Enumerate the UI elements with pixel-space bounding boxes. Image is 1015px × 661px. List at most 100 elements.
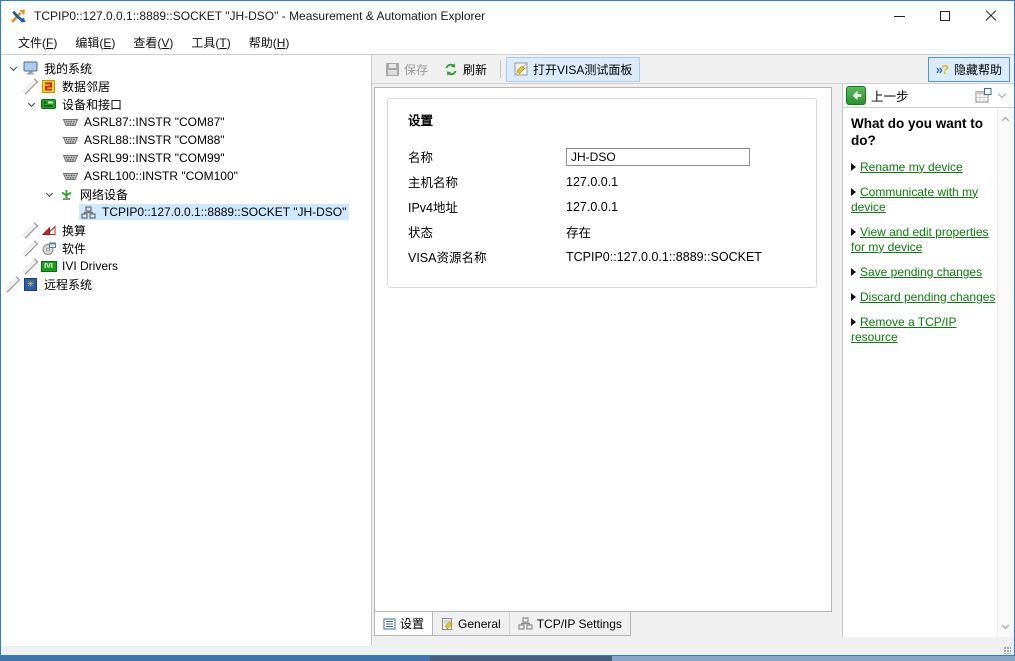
tree-item-devices-interfaces[interactable]: 设备和接口 xyxy=(1,95,371,113)
serial-port-icon xyxy=(62,118,79,127)
chevron-down-icon[interactable] xyxy=(23,96,39,112)
serial-port-icon xyxy=(62,172,79,181)
back-button[interactable] xyxy=(846,86,866,105)
tab-tcpip-settings[interactable]: TCP/IP Settings xyxy=(510,612,630,635)
menu-tools[interactable]: 工具(T) xyxy=(182,31,239,54)
chevron-down-icon[interactable] xyxy=(998,90,1006,98)
field-row-status: 状态 存在 xyxy=(408,219,796,244)
field-row-hostname: 主机名称 127.0.0.1 xyxy=(408,169,796,194)
max-window: TCPIP0::127.0.0.1::8889::SOCKET "JH-DSO"… xyxy=(0,0,1015,656)
tree-item-asrl100[interactable]: ASRL100::INSTR "COM100" xyxy=(1,167,371,185)
tree-item-asrl88[interactable]: ASRL88::INSTR "COM88" xyxy=(1,131,371,149)
menu-view[interactable]: 查看(V) xyxy=(124,31,182,54)
help-layout-icon[interactable] xyxy=(975,88,992,103)
chevron-right-icon[interactable] xyxy=(23,222,39,238)
ipv4-value: 127.0.0.1 xyxy=(566,200,618,214)
tab-general[interactable]: General xyxy=(433,612,510,635)
link-remove-tcpip-resource[interactable]: Remove a TCP/IP resource xyxy=(851,315,956,344)
hostname-label: 主机名称 xyxy=(408,172,566,191)
tree-item-network-devices[interactable]: 网络设备 xyxy=(1,185,371,203)
minimize-icon xyxy=(894,16,905,17)
save-button[interactable]: 保存 xyxy=(378,57,436,82)
title-bar: TCPIP0::127.0.0.1::8889::SOCKET "JH-DSO"… xyxy=(1,1,1014,31)
status-bar xyxy=(1,646,1014,655)
link-communicate-device[interactable]: Communicate with my device xyxy=(851,185,978,214)
windows-taskbar xyxy=(0,656,1015,661)
help-link-row: Save pending changes xyxy=(851,265,996,280)
help-link-row: Rename my device xyxy=(851,160,996,175)
link-save-pending-changes[interactable]: Save pending changes xyxy=(860,265,982,279)
serial-port-icon xyxy=(62,136,79,145)
name-label: 名称 xyxy=(408,147,566,166)
toolbar-separator xyxy=(500,60,501,78)
open-visa-test-panel-button[interactable]: 打开VISA测试面板 xyxy=(506,57,640,82)
network-node-icon xyxy=(80,206,97,219)
settings-page: 设置 名称 主机名称 127.0.0.1 IPv4地址 xyxy=(374,87,832,612)
tree-item-ivi-drivers[interactable]: IVI IVI Drivers xyxy=(1,257,371,275)
scroll-down-icon[interactable] xyxy=(1001,622,1010,631)
hostname-value: 127.0.0.1 xyxy=(566,175,618,189)
help-link-row: Communicate with my device xyxy=(851,185,996,215)
help-link-row: View and edit properties for my device xyxy=(851,225,996,255)
tree-item-scales[interactable]: 换算 xyxy=(1,221,371,239)
hide-help-button[interactable]: »? 隐藏帮助 xyxy=(928,57,1010,82)
chevron-right-icon[interactable] xyxy=(23,78,39,94)
menu-file[interactable]: 文件(F) xyxy=(9,31,66,54)
help-link-row: Remove a TCP/IP resource xyxy=(851,315,996,345)
toolbar: 保存 刷新 打开VISA测试面板 »? 隐藏帮助 xyxy=(372,55,1014,84)
menu-edit[interactable]: 编辑(E) xyxy=(66,31,124,54)
chevron-right-icon[interactable] xyxy=(23,258,39,274)
maximize-button[interactable] xyxy=(922,1,968,31)
window-title: TCPIP0::127.0.0.1::8889::SOCKET "JH-DSO"… xyxy=(34,9,876,23)
settings-tab-icon xyxy=(383,618,396,630)
chevron-right-icon[interactable] xyxy=(23,240,39,256)
back-arrow-icon xyxy=(851,90,862,101)
pane-splitter[interactable] xyxy=(834,84,842,637)
name-input[interactable] xyxy=(566,148,750,166)
status-label: 状态 xyxy=(408,222,566,241)
minimize-button[interactable] xyxy=(876,1,922,31)
visa-test-panel-icon xyxy=(514,62,528,76)
close-button[interactable] xyxy=(968,1,1014,31)
refresh-button[interactable]: 刷新 xyxy=(436,57,495,82)
resize-grip-icon[interactable] xyxy=(1004,647,1011,654)
hide-help-icon: »? xyxy=(936,62,949,77)
field-row-ipv4: IPv4地址 127.0.0.1 xyxy=(408,194,796,219)
bottom-tab-bar: 设置 General TCP/IP Settings xyxy=(374,612,832,637)
link-rename-device[interactable]: Rename my device xyxy=(860,160,963,174)
general-tab-icon xyxy=(441,617,454,630)
tree-item-software[interactable]: 软件 xyxy=(1,239,371,257)
chevron-right-icon[interactable] xyxy=(5,276,21,292)
scroll-up-icon[interactable] xyxy=(1001,115,1010,124)
tab-settings[interactable]: 设置 xyxy=(375,612,433,635)
help-panel: 上一步 What do you want to do? Rename my de… xyxy=(842,84,1014,637)
close-icon xyxy=(985,10,997,22)
maximize-icon xyxy=(940,11,950,21)
link-discard-pending-changes[interactable]: Discard pending changes xyxy=(860,290,995,304)
ivi-icon: IVI xyxy=(40,261,57,272)
refresh-icon xyxy=(444,63,458,76)
settings-group: 设置 名称 主机名称 127.0.0.1 IPv4地址 xyxy=(387,98,817,288)
tree-item-tcpip-resource[interactable]: TCPIP0::127.0.0.1::8889::SOCKET "JH-DSO" xyxy=(1,203,371,221)
visa-resource-value: TCPIP0::127.0.0.1::8889::SOCKET xyxy=(566,250,762,264)
field-row-name: 名称 xyxy=(408,144,796,169)
tree-item-remote-systems[interactable]: ✳ 远程系统 xyxy=(1,275,371,293)
data-neighborhood-icon xyxy=(40,80,57,93)
help-scrollbar[interactable] xyxy=(997,109,1014,637)
settings-group-title: 设置 xyxy=(408,110,796,129)
serial-port-icon xyxy=(62,154,79,163)
tree-item-asrl87[interactable]: ASRL87::INSTR "COM87" xyxy=(1,113,371,131)
chevron-down-icon[interactable] xyxy=(5,60,21,76)
triangle-bullet-icon xyxy=(851,228,856,236)
triangle-bullet-icon xyxy=(851,268,856,276)
tree-item-my-system[interactable]: 我的系统 xyxy=(1,59,371,77)
help-content: What do you want to do? Rename my device… xyxy=(843,109,997,637)
save-icon xyxy=(386,63,399,76)
tree-item-data-neighborhood[interactable]: 数据邻居 xyxy=(1,77,371,95)
menu-help[interactable]: 帮助(H) xyxy=(240,31,299,54)
triangle-bullet-icon xyxy=(851,188,856,196)
chevron-down-icon[interactable] xyxy=(41,186,57,202)
link-view-edit-properties[interactable]: View and edit properties for my device xyxy=(851,225,989,254)
ipv4-label: IPv4地址 xyxy=(408,197,566,216)
tree-item-asrl99[interactable]: ASRL99::INSTR "COM99" xyxy=(1,149,371,167)
